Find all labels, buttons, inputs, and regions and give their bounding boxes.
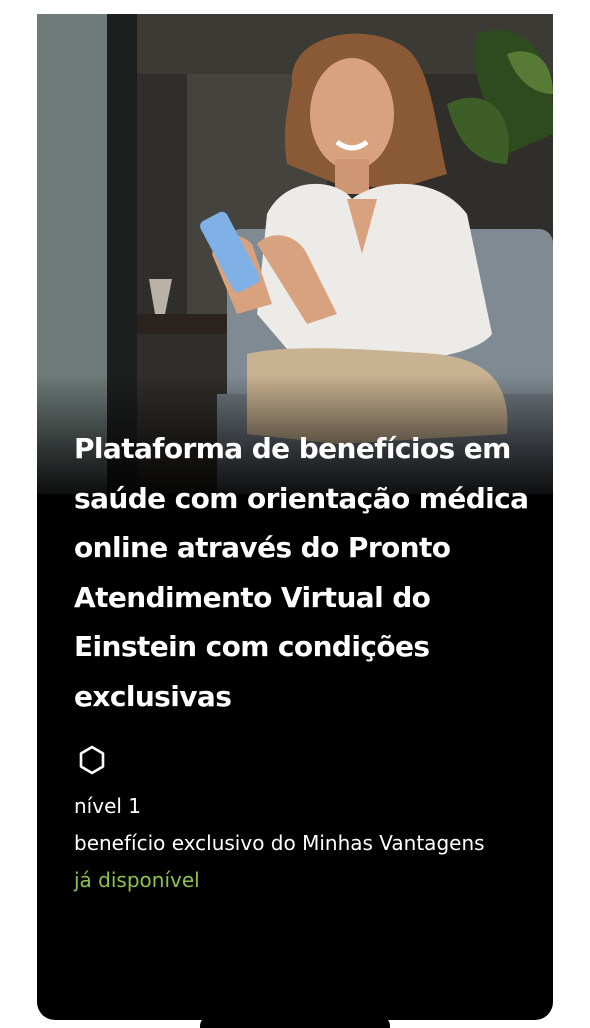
benefit-level: nível 1	[74, 794, 142, 818]
availability-status: já disponível	[74, 868, 200, 892]
benefit-title: Plataforma de benefícios em saúde com or…	[74, 432, 529, 713]
next-card-edge	[200, 1016, 390, 1028]
hexagon-icon	[79, 745, 105, 775]
benefit-exclusive-text: benefício exclusivo do Minhas Vantagens	[74, 831, 485, 855]
benefit-card[interactable]: Plataforma de benefícios em saúde com or…	[37, 14, 553, 1020]
hero-photo	[37, 14, 553, 494]
benefit-details: nível 1 benefício exclusivo do Minhas Va…	[74, 788, 514, 899]
